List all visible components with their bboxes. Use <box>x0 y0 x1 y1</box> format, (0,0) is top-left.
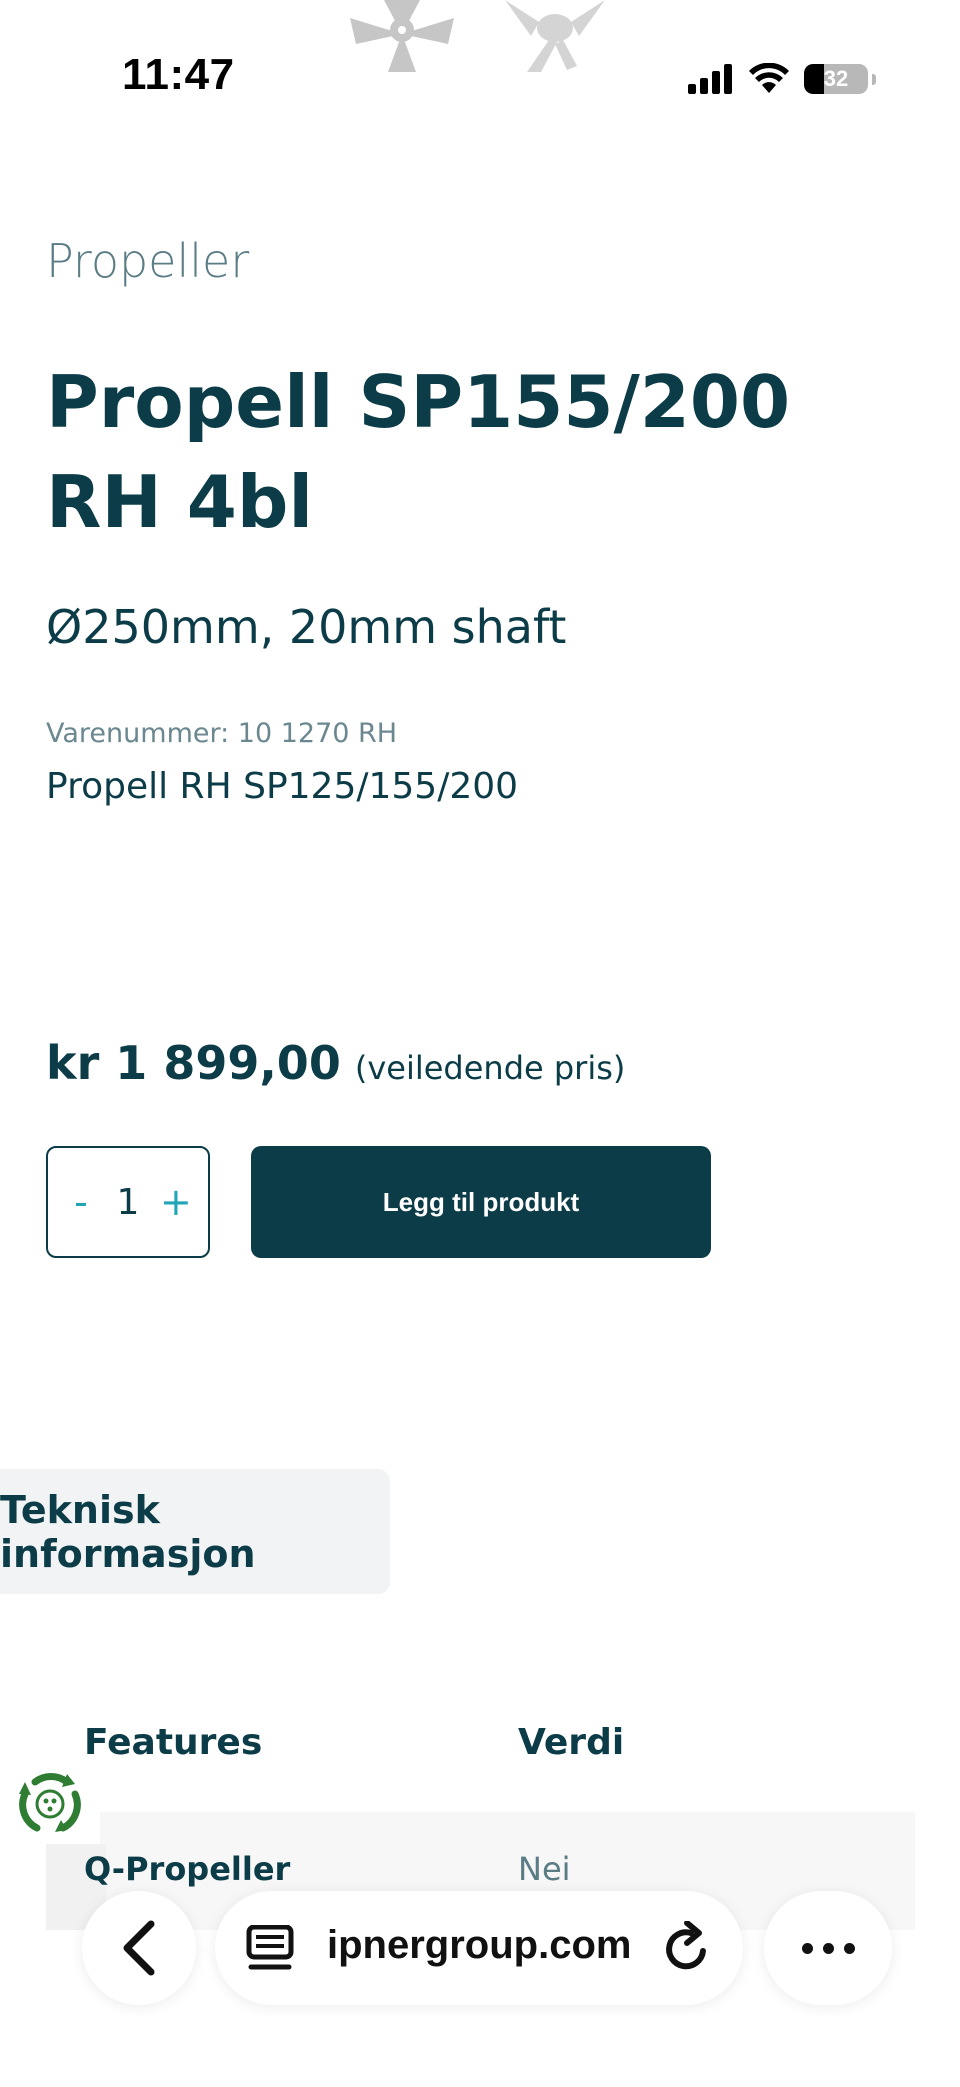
address-bar[interactable]: ipnergroup.com <box>215 1891 743 2005</box>
product-sku: Varenummer: 10 1270 RH <box>46 718 398 749</box>
cellular-signal-icon <box>688 64 732 94</box>
more-icon <box>801 1942 813 1954</box>
product-page: 11:47 32 Propeller Propell SP155/200 RH … <box>0 0 960 2087</box>
price-note: (veiledende pris) <box>354 1049 626 1087</box>
back-button[interactable] <box>82 1891 196 2005</box>
back-arrow-icon <box>123 1920 155 1976</box>
more-icon <box>822 1942 834 1954</box>
battery-icon: 32 <box>804 64 868 94</box>
add-to-cart-button[interactable]: Legg til produkt <box>251 1146 711 1258</box>
product-title: Propell SP155/200 RH 4bl <box>46 360 791 544</box>
more-button[interactable] <box>764 1891 892 2005</box>
battery-percent: 32 <box>823 66 849 91</box>
table-header-features: Features <box>84 1722 263 1763</box>
product-price: kr 1 899,00 <box>46 1036 341 1090</box>
price-row: kr 1 899,00 (veiledende pris) <box>46 1036 625 1090</box>
more-icon <box>843 1942 855 1954</box>
wifi-icon <box>749 63 789 93</box>
quantity-value[interactable]: 1 <box>117 1182 140 1223</box>
product-subtitle: Ø250mm, 20mm shaft <box>46 600 567 654</box>
product-image-propeller-side <box>505 0 605 72</box>
quantity-stepper: - 1 + <box>46 1146 210 1258</box>
table-cell-feature: Q-Propeller <box>84 1850 291 1888</box>
tabs-icon <box>246 1925 294 1970</box>
status-icons: 32 <box>688 58 876 100</box>
increment-button[interactable]: + <box>160 1183 192 1221</box>
product-image-propeller-front <box>350 0 454 72</box>
product-short-description: Propell RH SP125/155/200 <box>46 766 519 807</box>
decrement-button[interactable]: - <box>66 1183 96 1221</box>
battery-cap <box>872 73 876 85</box>
table-header-value: Verdi <box>518 1722 625 1763</box>
table-cell-value: Nei <box>518 1850 571 1888</box>
product-category: Propeller <box>46 234 250 288</box>
status-time: 11:47 <box>122 50 235 99</box>
recycle-badge-icon[interactable] <box>15 1768 85 1838</box>
reload-icon[interactable] <box>661 1921 713 1975</box>
url-text: ipnergroup.com <box>327 1923 632 1967</box>
tab-technical-info[interactable]: Teknisk informasjon <box>0 1469 390 1594</box>
